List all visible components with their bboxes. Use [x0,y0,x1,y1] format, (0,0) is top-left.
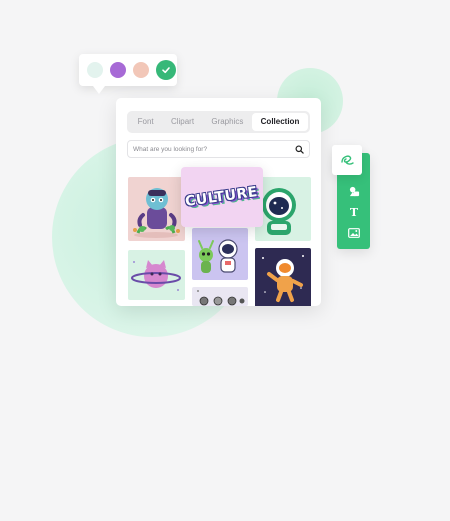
search-icon[interactable] [295,144,304,154]
cat-planet-illustration [131,260,181,291]
brush-icon [341,155,354,165]
culture-text: CULTURE [184,183,260,211]
culture-text-design-card[interactable]: CULTURE [181,167,263,227]
search-input[interactable] [133,142,295,156]
clipart-thumbnail-astronaut-space[interactable] [255,248,311,306]
shapes-icon [349,186,359,196]
clipart-thumbnail-planets[interactable] [192,287,248,306]
clipart-thumbnail-monster[interactable] [128,177,185,241]
alien-astronaut-illustration [198,239,238,273]
search-bar [127,140,310,158]
astronaut-helmet-illustration [262,188,296,235]
clipart-thumbnail-alien-astronaut[interactable] [192,228,248,280]
color-swatch-mint[interactable] [87,62,103,78]
monster-illustration [133,188,180,238]
tab-clipart[interactable]: Clipart [162,113,202,131]
image-tool-button[interactable] [345,225,363,241]
brush-tool-button[interactable] [332,145,362,175]
text-icon: T [349,205,359,219]
text-tool-button[interactable]: T [345,204,363,220]
color-swatch-peach[interactable] [133,62,149,78]
color-swatch-purple[interactable] [110,62,126,78]
check-icon [162,67,170,74]
tab-font[interactable]: Font [129,113,162,131]
tab-collection[interactable]: Collection [252,113,308,131]
category-tabs: Font Clipart Graphics Collection [127,111,310,133]
color-swatch-green-selected[interactable] [156,60,176,80]
tab-graphics[interactable]: Graphics [203,113,252,131]
clipart-thumbnail-astronaut-helmet[interactable] [255,177,311,241]
image-icon [348,228,360,238]
color-palette-popover [79,54,177,94]
astronaut-space-illustration [262,255,304,302]
shapes-tool-button[interactable] [345,183,363,199]
planets-illustration [197,290,245,306]
clipart-thumbnail-cat-planet[interactable] [128,250,185,300]
